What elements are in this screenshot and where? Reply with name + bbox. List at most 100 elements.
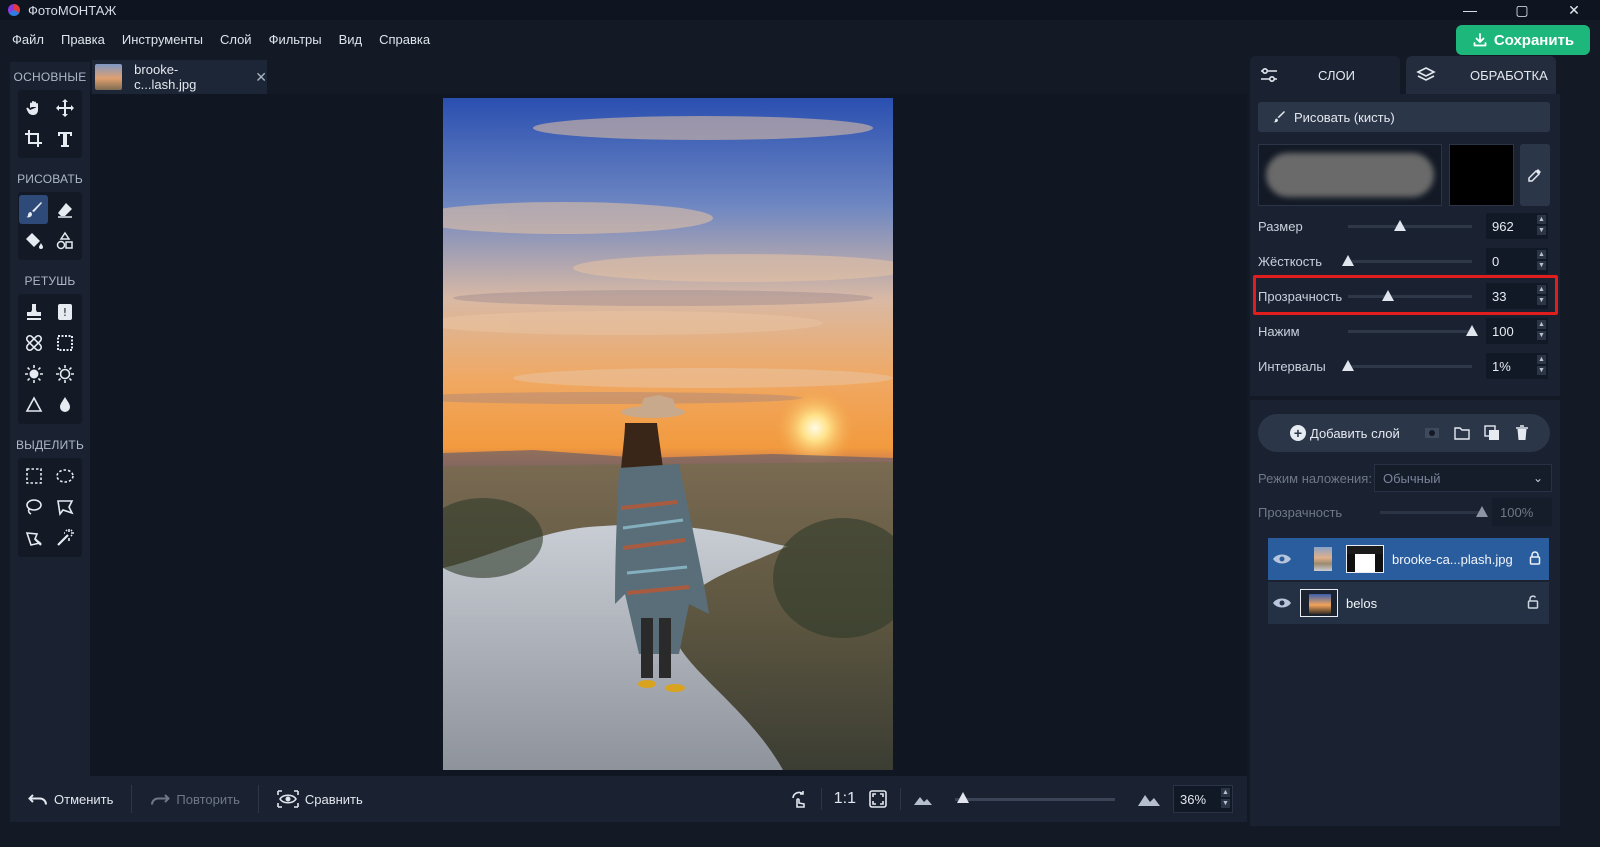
hardness-spinner[interactable]: ▲ ▼ — [1537, 250, 1546, 270]
spacing-slider[interactable] — [1342, 360, 1472, 371]
minimize-button[interactable]: — — [1444, 0, 1496, 20]
menu-filters[interactable]: Фильтры — [269, 32, 322, 47]
layer-item[interactable]: belos — [1268, 582, 1549, 624]
close-tab-icon[interactable]: ✕ — [255, 69, 267, 86]
brush-preview[interactable] — [1258, 144, 1442, 206]
zoom-input[interactable]: 36% ▲ ▼ — [1173, 785, 1233, 813]
frame-tool[interactable] — [50, 328, 79, 357]
healing-tool[interactable] — [19, 328, 48, 357]
spin-down-icon[interactable]: ▼ — [1221, 799, 1230, 808]
move-tool[interactable] — [50, 93, 79, 122]
polygon-lasso-tool[interactable] — [50, 492, 79, 521]
eyedropper-button[interactable] — [1520, 144, 1550, 206]
undo-button[interactable]: Отменить — [10, 785, 131, 813]
fit-screen-icon[interactable] — [868, 789, 888, 809]
spacing-slider-thumb[interactable] — [1342, 360, 1354, 371]
text-tool[interactable] — [50, 124, 79, 153]
blur-tool[interactable] — [50, 390, 79, 419]
zoom-in-mountain-icon[interactable] — [1137, 791, 1161, 807]
plus-circle-icon[interactable]: + — [1290, 425, 1306, 441]
spin-down-icon[interactable]: ▼ — [1537, 226, 1546, 235]
layer-mask-thumbnail[interactable] — [1346, 545, 1384, 573]
zoom-slider-thumb[interactable] — [957, 791, 969, 803]
visibility-eye-icon[interactable] — [1272, 597, 1292, 609]
hardness-slider-thumb[interactable] — [1342, 255, 1354, 266]
size-spinner[interactable]: ▲ ▼ — [1537, 215, 1546, 235]
close-button[interactable]: ✕ — [1548, 0, 1600, 20]
ellipse-select-tool[interactable] — [50, 461, 79, 490]
crop-tool[interactable] — [19, 124, 48, 153]
hardness-slider[interactable] — [1342, 255, 1472, 266]
brush-color-swatch[interactable] — [1449, 144, 1514, 206]
maximize-button[interactable]: ▢ — [1496, 0, 1548, 20]
compare-button[interactable]: Сравнить — [259, 785, 381, 813]
document-tab[interactable]: brooke-c...lash.jpg ✕ — [92, 60, 267, 94]
fill-tool[interactable] — [19, 226, 48, 255]
size-slider[interactable] — [1348, 220, 1472, 231]
zoom-spinner[interactable]: ▲ ▼ — [1221, 788, 1230, 808]
eraser-tool[interactable] — [50, 195, 79, 224]
spacing-input[interactable]: 1% ▲ ▼ — [1486, 353, 1548, 379]
sharpen-tool[interactable] — [19, 390, 48, 419]
add-mask-icon[interactable] — [1424, 425, 1440, 441]
patch-tool[interactable]: ! — [50, 297, 79, 326]
rect-select-tool[interactable] — [19, 461, 48, 490]
canvas-image[interactable] — [443, 98, 893, 770]
pressure-spinner[interactable]: ▲ ▼ — [1537, 320, 1546, 340]
lighten-tool[interactable] — [19, 359, 48, 388]
trash-icon[interactable] — [1514, 425, 1530, 441]
spin-up-icon[interactable]: ▲ — [1537, 215, 1546, 224]
hardness-input[interactable]: 0 ▲ ▼ — [1486, 248, 1548, 274]
spin-up-icon[interactable]: ▲ — [1537, 320, 1546, 329]
lock-open-icon[interactable] — [1527, 595, 1541, 612]
redo-button[interactable]: Повторить — [132, 785, 257, 813]
pressure-slider[interactable] — [1348, 325, 1478, 336]
actual-size-button[interactable]: 1:1 — [834, 790, 856, 808]
zoom-slider[interactable] — [955, 791, 1115, 803]
spin-up-icon[interactable]: ▲ — [1537, 250, 1546, 259]
blend-mode-value: Обычный — [1383, 470, 1441, 486]
spin-down-icon[interactable]: ▼ — [1537, 331, 1546, 340]
lock-closed-icon[interactable] — [1529, 551, 1541, 568]
layer-opacity-thumb[interactable] — [1476, 506, 1488, 517]
size-slider-thumb[interactable] — [1394, 220, 1407, 231]
size-input[interactable]: 962 ▲ ▼ — [1486, 213, 1548, 239]
spin-up-icon[interactable]: ▲ — [1221, 788, 1230, 797]
layer-opacity-slider[interactable] — [1380, 506, 1488, 517]
spacing-spinner[interactable]: ▲ ▼ — [1537, 355, 1546, 375]
rotate-hand-icon[interactable] — [789, 789, 809, 809]
menu-edit[interactable]: Правка — [61, 32, 105, 47]
spin-up-icon[interactable]: ▲ — [1537, 355, 1546, 364]
brush-tool[interactable] — [19, 195, 48, 224]
canvas-area[interactable]: brooke-c...lash.jpg ✕ — [90, 58, 1247, 776]
blend-mode-select[interactable]: Обычный ⌄ — [1374, 464, 1552, 492]
menu-view[interactable]: Вид — [339, 32, 363, 47]
brush-mode-button[interactable]: Рисовать (кисть) — [1258, 102, 1550, 132]
pressure-input[interactable]: 100 ▲ ▼ — [1486, 318, 1548, 344]
lasso-tool[interactable] — [19, 492, 48, 521]
add-layer-button[interactable]: Добавить слой — [1310, 426, 1400, 441]
zoom-out-mountain-icon[interactable] — [913, 792, 933, 806]
shapes-tool[interactable] — [50, 226, 79, 255]
menu-help[interactable]: Справка — [379, 32, 430, 47]
folder-icon[interactable] — [1454, 425, 1470, 441]
save-button[interactable]: Сохранить — [1456, 25, 1590, 55]
tab-layers[interactable]: СЛОИ — [1250, 56, 1400, 94]
darken-tool[interactable] — [50, 359, 79, 388]
tab-processing[interactable]: ОБРАБОТКА — [1406, 56, 1556, 94]
duplicate-icon[interactable] — [1484, 425, 1500, 441]
menu-tools[interactable]: Инструменты — [122, 32, 203, 47]
spin-down-icon[interactable]: ▼ — [1537, 261, 1546, 270]
layer-opacity-input[interactable]: 100% — [1492, 498, 1552, 526]
param-pressure: Нажим 100 ▲ ▼ — [1258, 316, 1554, 346]
pressure-slider-thumb[interactable] — [1466, 325, 1478, 336]
magic-wand-tool[interactable] — [50, 523, 79, 552]
magic-lasso-tool[interactable] — [19, 523, 48, 552]
spin-down-icon[interactable]: ▼ — [1537, 366, 1546, 375]
visibility-eye-icon[interactable] — [1272, 553, 1292, 565]
hand-tool[interactable] — [19, 93, 48, 122]
layer-item[interactable]: brooke-ca...plash.jpg — [1268, 538, 1549, 580]
menu-layer[interactable]: Слой — [220, 32, 252, 47]
menu-file[interactable]: Файл — [12, 32, 44, 47]
stamp-tool[interactable] — [19, 297, 48, 326]
